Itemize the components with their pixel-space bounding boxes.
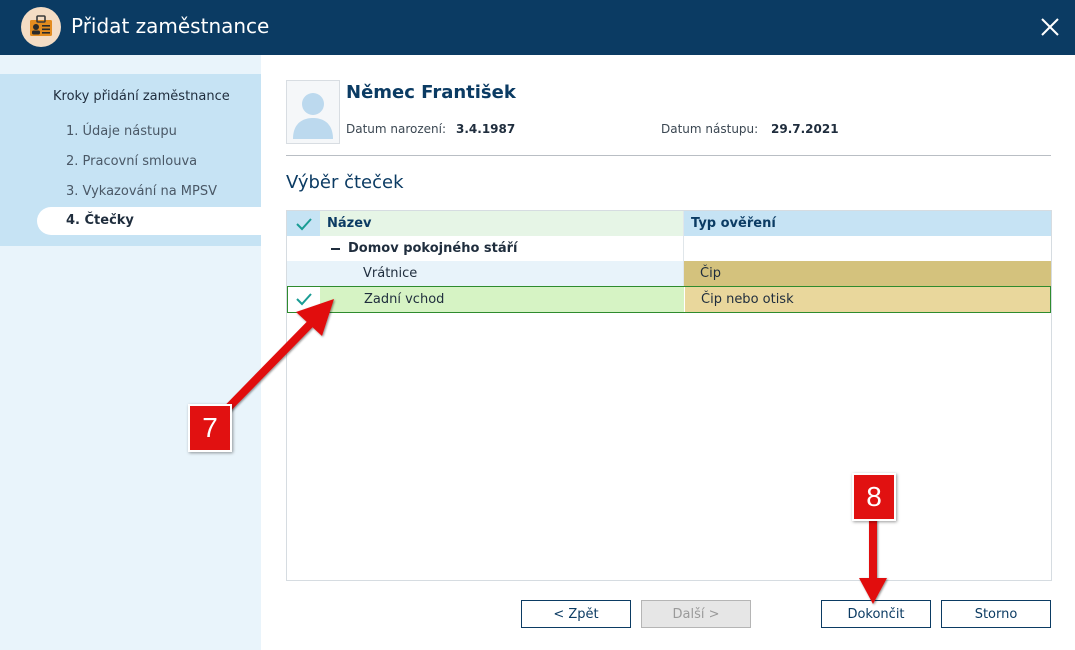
reader-type-cell[interactable]: Čip [684, 261, 1051, 286]
employee-name: Němec František [346, 82, 516, 103]
step-marker-8: 8 [852, 473, 896, 521]
readers-table: Název Typ ověření Domov pokojného stáří … [286, 210, 1052, 581]
column-header-type[interactable]: Typ ověření [684, 211, 1051, 236]
finish-button[interactable]: Dokončit [821, 600, 931, 628]
reader-type-cell[interactable]: Čip nebo otisk [685, 287, 1050, 312]
steps-sidebar: Kroky přidání zaměstnance 1. Údaje nástu… [0, 55, 261, 650]
header-divider [286, 155, 1051, 156]
step-1[interactable]: 1. Údaje nástupu [66, 124, 177, 139]
title-bar: Přidat zaměstnance [0, 0, 1075, 55]
column-header-name[interactable]: Název [320, 211, 683, 236]
step-4-label: 4. Čtečky [66, 213, 134, 228]
cancel-button[interactable]: Storno [941, 600, 1051, 628]
column-header-name-label: Název [327, 216, 372, 231]
table-row[interactable]: Vrátnice [287, 261, 683, 286]
next-button[interactable]: Další > [641, 600, 751, 628]
step-2[interactable]: 2. Pracovní smlouva [66, 154, 197, 169]
start-date-label: Datum nástupu: [661, 122, 759, 136]
reader-name-cell[interactable]: Zadní vchod [320, 287, 684, 312]
step-marker-7: 7 [188, 404, 232, 452]
row-checkbox[interactable] [288, 287, 320, 312]
checkmark-icon [296, 218, 312, 231]
section-title: Výběr čteček [286, 172, 404, 193]
steps-panel: Kroky přidání zaměstnance 1. Údaje nástu… [0, 74, 261, 246]
step-4-active[interactable]: 4. Čtečky [37, 207, 261, 235]
birth-date-value: 3.4.1987 [456, 122, 516, 136]
window-title: Přidat zaměstnance [71, 14, 270, 38]
employee-card-icon [21, 7, 61, 47]
reader-type: Čip nebo otisk [701, 292, 794, 307]
reader-name: Vrátnice [363, 266, 418, 281]
avatar [286, 80, 340, 144]
header-select-all[interactable] [287, 211, 320, 236]
close-icon[interactable] [1035, 12, 1065, 42]
back-button[interactable]: < Zpět [521, 600, 631, 628]
checkmark-icon [296, 293, 312, 306]
step-3[interactable]: 3. Vykazování na MPSV [66, 184, 217, 199]
reader-type: Čip [700, 266, 721, 281]
birth-date-label: Datum narození: [346, 122, 447, 136]
start-date-value: 29.7.2021 [771, 122, 839, 136]
column-header-type-label: Typ ověření [691, 216, 776, 231]
collapse-minus-icon[interactable] [331, 248, 340, 250]
reader-name: Zadní vchod [364, 292, 445, 307]
group-row[interactable]: Domov pokojného stáří [287, 236, 1051, 261]
group-label: Domov pokojného stáří [348, 241, 518, 256]
table-row-selected[interactable]: Zadní vchod Čip nebo otisk [287, 286, 1051, 313]
steps-heading: Kroky přidání zaměstnance [53, 89, 230, 104]
